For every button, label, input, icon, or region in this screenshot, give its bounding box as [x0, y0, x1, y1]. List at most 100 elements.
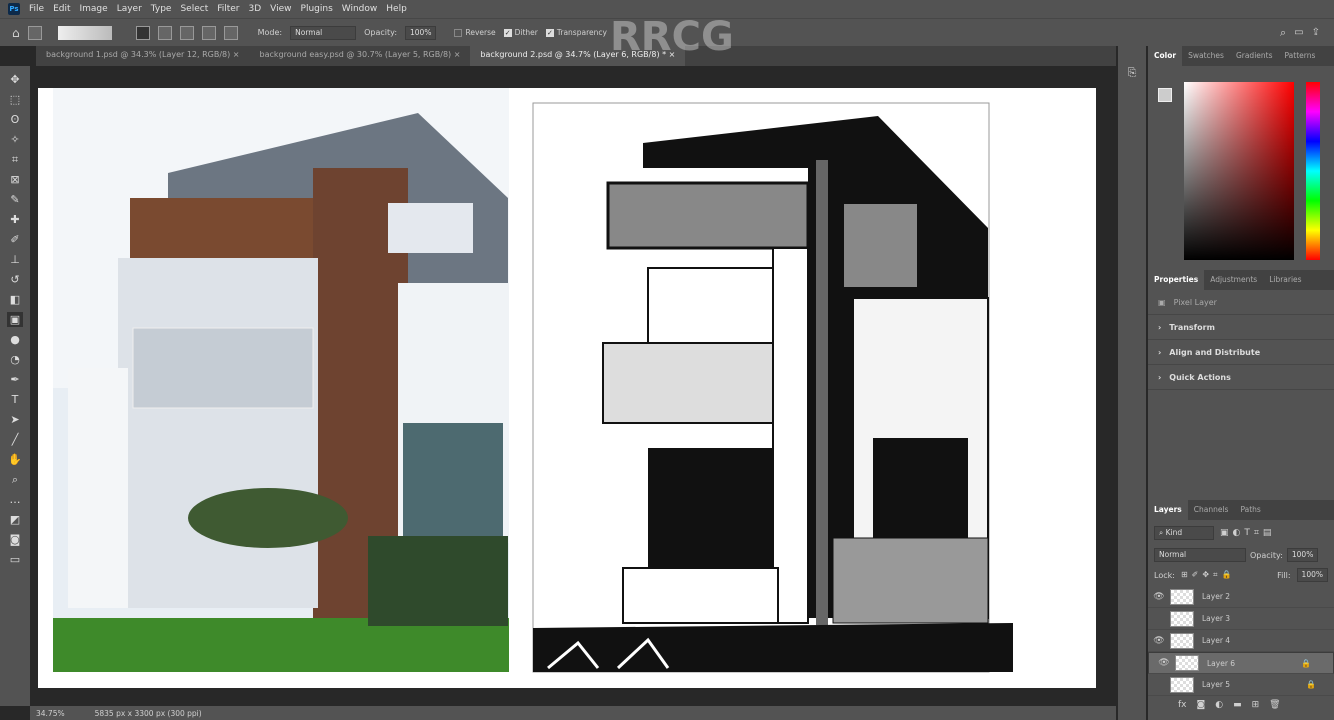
layer-row[interactable]: 👁 Layer 2 [1148, 586, 1334, 608]
fill-label: Fill: [1277, 570, 1291, 580]
tab-color[interactable]: Color [1148, 46, 1183, 66]
path-selection-icon[interactable]: ➤ [7, 412, 23, 427]
hue-slider[interactable] [1306, 82, 1320, 260]
blend-mode-select[interactable]: Normal [1154, 548, 1246, 562]
filter-icons[interactable]: ▣◐T⌗▤ [1220, 528, 1275, 538]
search-icon[interactable]: ⌕ [1280, 26, 1286, 40]
menu-window[interactable]: Window [342, 4, 378, 14]
zoom-level[interactable]: 34.75% [36, 709, 65, 718]
tab-background-1[interactable]: background 1.psd @ 34.3% (Layer 12, RGB/… [36, 46, 250, 66]
reflected-gradient-button[interactable] [201, 25, 216, 40]
eye-icon[interactable]: 👁 [1148, 636, 1170, 646]
mode-select[interactable]: Normal [290, 25, 357, 40]
properties-panel: Properties Adjustments Libraries ▣ Pixel … [1148, 270, 1334, 500]
section-quick-actions[interactable]: › Quick Actions [1148, 365, 1334, 390]
tab-swatches[interactable]: Swatches [1182, 46, 1230, 66]
tab-adjustments[interactable]: Adjustments [1204, 270, 1263, 290]
reverse-checkbox[interactable]: Reverse [454, 28, 496, 37]
home-icon[interactable]: ⌂ [12, 26, 20, 40]
type-tool-icon[interactable]: T [7, 392, 23, 407]
layer-filter-select[interactable]: ⌕ Kind [1154, 526, 1214, 540]
gradient-picker[interactable] [57, 25, 112, 40]
menu-image[interactable]: Image [80, 4, 108, 14]
layer-row-selected[interactable]: 👁 Layer 6 🔒 [1148, 652, 1334, 674]
workspace-icon[interactable]: ▭ [1294, 27, 1303, 38]
layer-row[interactable]: 👁 Layer 4 [1148, 630, 1334, 652]
new-layer-icon[interactable]: ⊞ [1252, 700, 1260, 710]
clone-stamp-icon[interactable]: ⊥ [7, 252, 23, 267]
menu-plugins[interactable]: Plugins [301, 4, 333, 14]
tab-patterns[interactable]: Patterns [1279, 46, 1322, 66]
eraser-icon[interactable]: ◧ [7, 292, 23, 307]
marquee-tool-icon[interactable]: ⬚ [7, 92, 23, 107]
quick-mask-icon[interactable]: ◙ [7, 532, 23, 547]
eye-icon[interactable]: 👁 [1153, 658, 1175, 668]
layer-row[interactable]: Layer 5 🔒 [1148, 674, 1334, 696]
share-icon[interactable]: ⇪ [1312, 27, 1320, 38]
tab-layers[interactable]: Layers [1148, 500, 1188, 520]
healing-brush-icon[interactable]: ✚ [7, 212, 23, 227]
menu-filter[interactable]: Filter [217, 4, 239, 14]
tab-libraries[interactable]: Libraries [1263, 270, 1307, 290]
menu-type[interactable]: Type [151, 4, 172, 14]
menu-file[interactable]: File [29, 4, 44, 14]
move-tool-icon[interactable]: ✥ [7, 72, 23, 87]
angle-gradient-button[interactable] [179, 25, 194, 40]
transparency-checkbox[interactable]: ✓ Transparency [545, 28, 607, 37]
menu-view[interactable]: View [270, 4, 291, 14]
menu-select[interactable]: Select [180, 4, 208, 14]
layer-row[interactable]: Layer 3 [1148, 608, 1334, 630]
radial-gradient-button[interactable] [157, 25, 172, 40]
menu-edit[interactable]: Edit [53, 4, 70, 14]
eyedropper-icon[interactable]: ✎ [7, 192, 23, 207]
fg-bg-swatch-icon[interactable] [1158, 88, 1172, 102]
magic-wand-icon[interactable]: ✧ [7, 132, 23, 147]
trash-icon[interactable]: 🗑 [1269, 700, 1280, 710]
document-canvas[interactable] [38, 88, 1096, 688]
color-field[interactable] [1184, 82, 1294, 260]
zoom-tool-icon[interactable]: ⌕ [7, 472, 23, 487]
layer-thumbnail [1170, 632, 1194, 649]
menu-layer[interactable]: Layer [117, 4, 142, 14]
layer-opacity-input[interactable]: 100% [1286, 548, 1319, 562]
menu-help[interactable]: Help [386, 4, 407, 14]
dither-checkbox[interactable]: ✓ Dither [503, 28, 538, 37]
adjustment-icon[interactable]: ◐ [1215, 700, 1223, 710]
foreground-background-color-icon[interactable]: ◩ [7, 512, 23, 527]
group-icon[interactable]: ▬ [1233, 700, 1242, 710]
tab-paths[interactable]: Paths [1234, 500, 1266, 520]
hand-tool-icon[interactable]: ✋ [7, 452, 23, 467]
section-transform[interactable]: › Transform [1148, 315, 1334, 340]
tab-gradients[interactable]: Gradients [1230, 46, 1279, 66]
eye-icon[interactable]: 👁 [1148, 592, 1170, 602]
section-align-distribute[interactable]: › Align and Distribute [1148, 340, 1334, 365]
more-tools-icon[interactable]: … [7, 492, 23, 507]
fill-input[interactable]: 100% [1296, 568, 1328, 582]
linear-gradient-button[interactable] [135, 25, 150, 40]
history-panel-icon[interactable]: ⎘ [1118, 66, 1146, 80]
gradient-tool-icon[interactable]: ▣ [7, 312, 23, 327]
crop-tool-icon[interactable]: ⌗ [7, 152, 23, 167]
history-brush-icon[interactable]: ↺ [7, 272, 23, 287]
lock-label: Lock: [1154, 570, 1175, 580]
pixel-layer-icon: ▣ [1158, 297, 1166, 307]
tool-preset-button[interactable] [27, 25, 42, 40]
mask-icon[interactable]: ◙ [1197, 700, 1206, 710]
lock-icons[interactable]: ⊞✐✥⌗🔒 [1181, 570, 1236, 580]
diamond-gradient-button[interactable] [223, 25, 238, 40]
pen-tool-icon[interactable]: ✒ [7, 372, 23, 387]
fx-icon[interactable]: fx [1178, 700, 1187, 710]
tab-background-easy[interactable]: background easy.psd @ 30.7% (Layer 5, RG… [250, 46, 471, 66]
tab-properties[interactable]: Properties [1148, 270, 1205, 290]
brush-tool-icon[interactable]: ✐ [7, 232, 23, 247]
frame-tool-icon[interactable]: ⊠ [7, 172, 23, 187]
line-tool-icon[interactable]: ╱ [7, 432, 23, 447]
lasso-tool-icon[interactable]: ʘ [7, 112, 23, 127]
dodge-tool-icon[interactable]: ◔ [7, 352, 23, 367]
blur-tool-icon[interactable]: ● [7, 332, 23, 347]
photoshop-logo-icon: Ps [8, 3, 20, 15]
opacity-input[interactable]: 100% [405, 25, 437, 40]
menu-3d[interactable]: 3D [249, 4, 262, 14]
screen-mode-icon[interactable]: ▭ [7, 552, 23, 567]
tab-channels[interactable]: Channels [1188, 500, 1235, 520]
